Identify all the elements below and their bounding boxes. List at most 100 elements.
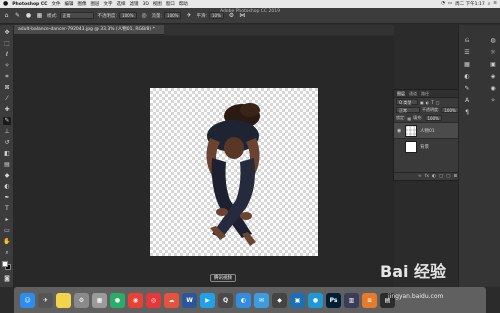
menu-item-3d[interactable]: 3D: [142, 2, 148, 7]
baidu-netdisk-icon[interactable]: ☁: [164, 292, 179, 308]
tab-paths[interactable]: 路径: [421, 91, 429, 97]
libraries-panel-icon[interactable]: ▣: [489, 61, 497, 69]
app-icon-4[interactable]: ▥: [344, 292, 359, 308]
link-layers-icon[interactable]: ∞: [418, 174, 422, 179]
pen-tool-icon[interactable]: ✒: [3, 194, 11, 202]
system-preferences-icon[interactable]: ⚙: [74, 292, 89, 308]
channels-panel-icon[interactable]: ◉: [489, 85, 497, 93]
opacity-field[interactable]: 100%: [119, 12, 137, 19]
filter-type-icon[interactable]: T: [431, 100, 433, 105]
mask-icon[interactable]: ◐: [432, 174, 436, 179]
history-brush-tool-icon[interactable]: ↺: [3, 139, 11, 147]
layer-name[interactable]: 人物01: [420, 128, 435, 134]
move-tool-icon[interactable]: ✥: [3, 29, 11, 37]
wifi-icon[interactable]: ◔: [441, 1, 445, 7]
notes-icon[interactable]: [56, 292, 71, 308]
eyedropper-tool-icon[interactable]: ⁄: [3, 95, 11, 103]
healing-brush-tool-icon[interactable]: ✚: [3, 106, 11, 114]
paths-panel-icon[interactable]: ✧: [489, 97, 497, 105]
app-icon-3[interactable]: ●: [308, 292, 323, 308]
quick-select-tool-icon[interactable]: ✧: [3, 62, 11, 70]
apple-menu-icon[interactable]: ●: [3, 0, 8, 8]
zoom-tool-icon[interactable]: ⌕: [3, 249, 11, 257]
eye-icon[interactable]: ◉: [397, 128, 402, 134]
marquee-tool-icon[interactable]: ⬚: [3, 40, 11, 48]
pressure-opacity-icon[interactable]: ◎: [141, 12, 148, 19]
crop-tool-icon[interactable]: ⌗: [3, 73, 11, 81]
battery-icon[interactable]: ▭: [448, 1, 452, 7]
layer-name[interactable]: 背景: [420, 144, 429, 150]
fill-field[interactable]: 100%: [424, 115, 442, 121]
gradient-tool-icon[interactable]: ▤: [3, 161, 11, 169]
app-icon-2[interactable]: ▣: [290, 292, 305, 308]
document-canvas[interactable]: [150, 88, 318, 256]
safari-icon[interactable]: ◐: [236, 292, 251, 308]
app-icon-5[interactable]: ≡: [362, 292, 377, 308]
tab-channels[interactable]: 通道: [409, 91, 417, 97]
menu-app-name[interactable]: Photoshop CC: [12, 2, 47, 7]
adjustments-panel-icon[interactable]: ◐: [463, 73, 471, 81]
type-tool-icon[interactable]: T: [3, 205, 11, 213]
brush-panel-icon[interactable]: ▦: [36, 12, 43, 19]
layer-filter-select[interactable]: Q 类型: [396, 99, 418, 105]
document-tab[interactable]: adult-balance-dancer-792043.jpg @ 33.3% …: [14, 25, 164, 35]
home-icon[interactable]: ⌂: [3, 12, 10, 19]
adjustment-layer-icon[interactable]: □: [439, 174, 443, 179]
spotlight-icon[interactable]: ⌕: [488, 1, 491, 7]
quick-mask-icon[interactable]: ◙: [3, 275, 11, 283]
brush-preset-icon[interactable]: ●: [25, 12, 32, 19]
finder-icon[interactable]: ☺: [20, 292, 35, 308]
word-icon[interactable]: W: [182, 292, 197, 308]
hand-tool-icon[interactable]: ✋: [3, 238, 11, 246]
brush-tool-icon[interactable]: ✎: [3, 117, 11, 125]
photoshop-icon[interactable]: Ps: [326, 292, 341, 308]
filter-pixel-icon[interactable]: ▣: [420, 100, 424, 105]
menu-list-icon[interactable]: ≡: [493, 1, 497, 7]
menu-clock[interactable]: 周二 下午1:17: [455, 1, 485, 7]
shape-tool-icon[interactable]: ▭: [3, 227, 11, 235]
menu-item-layer[interactable]: 图层: [90, 1, 99, 7]
filter-shape-icon[interactable]: ▢: [436, 100, 440, 105]
app-icon-1[interactable]: ◆: [272, 292, 287, 308]
dodge-tool-icon[interactable]: ◐: [3, 183, 11, 191]
tab-layers[interactable]: 图层: [397, 91, 405, 97]
menu-item-edit[interactable]: 编辑: [64, 1, 73, 7]
menu-item-help[interactable]: 帮助: [179, 1, 188, 7]
menu-item-view[interactable]: 视图: [153, 1, 162, 7]
group-icon[interactable]: ▢: [446, 174, 450, 179]
menu-item-image[interactable]: 图像: [77, 1, 86, 7]
filter-adjust-icon[interactable]: ◐: [426, 100, 430, 105]
menu-item-window[interactable]: 窗口: [166, 1, 175, 7]
menu-item-select[interactable]: 选择: [116, 1, 125, 7]
clone-stamp-tool-icon[interactable]: ⊥: [3, 128, 11, 136]
netease-music-icon[interactable]: ◎: [146, 292, 161, 308]
menu-item-filter[interactable]: 滤镜: [129, 1, 138, 7]
frame-tool-icon[interactable]: ⊠: [3, 84, 11, 92]
wechat-icon[interactable]: ●: [110, 292, 125, 308]
history-panel-icon[interactable]: ⎌: [463, 37, 471, 45]
preview-icon[interactable]: ▦: [92, 292, 107, 308]
lock-icon[interactable]: ▦: [407, 116, 411, 121]
layer-opacity-field[interactable]: 100%: [441, 107, 459, 113]
character-panel-icon[interactable]: A: [463, 97, 471, 105]
properties-panel-icon[interactable]: ☰: [463, 49, 471, 57]
brush-tool-icon[interactable]: ✎: [14, 12, 21, 19]
swatches-panel-icon[interactable]: ▦: [463, 61, 471, 69]
chrome-icon[interactable]: ◉: [128, 292, 143, 308]
flow-field[interactable]: 100%: [164, 12, 182, 19]
quicktime-icon[interactable]: Q: [218, 292, 233, 308]
color-panel-icon[interactable]: ◍: [489, 37, 497, 45]
path-selection-tool-icon[interactable]: ▸: [3, 216, 11, 224]
paragraph-panel-icon[interactable]: ¶: [463, 109, 471, 117]
menu-item-file[interactable]: 文件: [51, 1, 60, 7]
layers-panel-icon[interactable]: ◈: [489, 73, 497, 81]
blend-mode-select[interactable]: 正常: [396, 107, 420, 113]
mode-select[interactable]: 正常: [59, 12, 94, 19]
eraser-tool-icon[interactable]: ◧: [3, 150, 11, 158]
learn-panel-icon[interactable]: ☼: [489, 49, 497, 57]
foreground-color-swatch[interactable]: [2, 261, 8, 267]
lasso-tool-icon[interactable]: ℓ: [3, 51, 11, 59]
blur-tool-icon[interactable]: ◆: [3, 172, 11, 180]
tencent-video-icon[interactable]: ▶: [200, 292, 215, 308]
menu-item-type[interactable]: 文字: [103, 1, 112, 7]
